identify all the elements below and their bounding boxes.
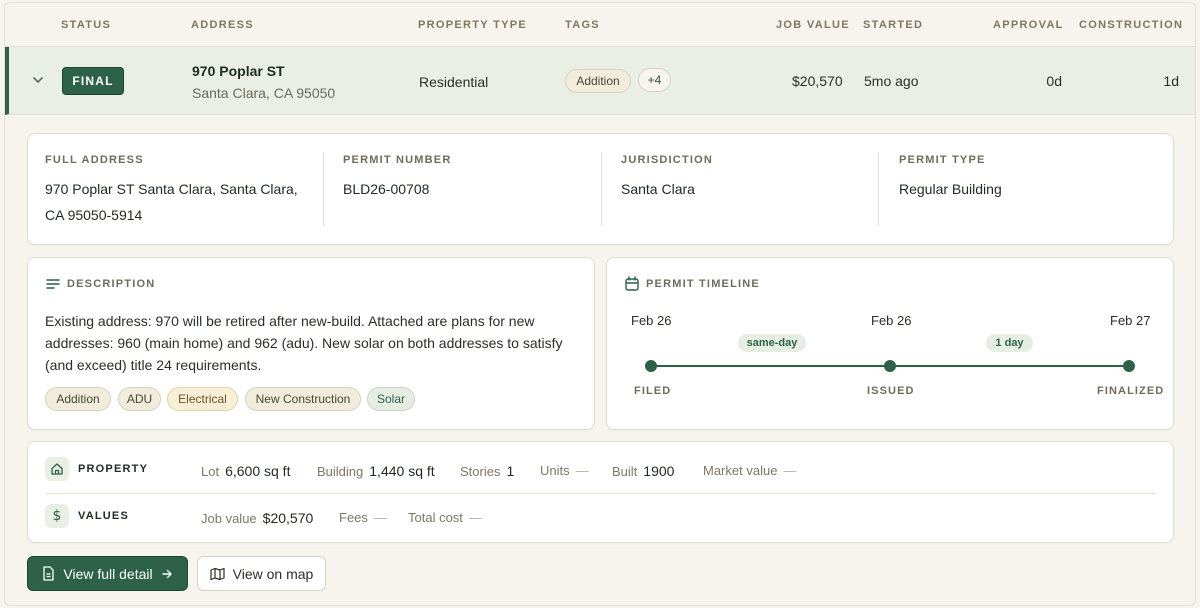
text-lines-icon <box>46 279 60 289</box>
stage-filed: FILED <box>634 385 672 397</box>
timeline-dot-filed <box>645 360 657 372</box>
timeline-title: PERMIT TIMELINE <box>646 278 760 290</box>
header-started[interactable]: STARTED <box>863 19 923 31</box>
permit-number-label: PERMIT NUMBER <box>343 154 452 166</box>
total-cost-field: Total cost — <box>408 510 482 525</box>
header-address[interactable]: ADDRESS <box>191 19 254 31</box>
full-address-line1: 970 Poplar ST Santa Clara, Santa Clara, <box>45 181 298 197</box>
view-on-map-label: View on map <box>232 565 314 582</box>
lot-field: Lot 6,600 sq ft <box>201 463 291 479</box>
fees-field: Fees — <box>339 510 387 525</box>
status-badge: FINAL <box>62 67 124 95</box>
jurisdiction: Santa Clara <box>621 181 695 197</box>
full-address-line2: CA 95050-5914 <box>45 207 143 223</box>
construction-days: 1d <box>1163 73 1179 89</box>
timeline-date-filed: Feb 26 <box>631 313 672 328</box>
timeline-dot-issued <box>884 360 896 372</box>
built-field: Built 1900 <box>612 463 675 479</box>
gap-chip-same-day: same-day <box>738 334 806 352</box>
permit-number: BLD26-00708 <box>343 181 430 197</box>
dollar-icon: $ <box>45 504 69 528</box>
header-tags[interactable]: TAGS <box>565 19 600 31</box>
home-icon <box>45 457 69 481</box>
permit-type-label: PERMIT TYPE <box>899 154 986 166</box>
started: 5mo ago <box>864 73 919 89</box>
job-value: $20,570 <box>792 73 843 89</box>
header-approval[interactable]: APPROVAL <box>993 19 1064 31</box>
address-line1: 970 Poplar ST <box>192 63 285 79</box>
property-title: PROPERTY <box>78 463 149 475</box>
view-full-detail-button[interactable]: View full detail <box>27 556 188 591</box>
permit-timeline-card: PERMIT TIMELINE Feb 26 Feb 26 Feb 27 sam… <box>606 257 1174 430</box>
job-value-field: Job value $20,570 <box>201 510 314 526</box>
address-line2: Santa Clara, CA 95050 <box>192 85 336 101</box>
divider <box>46 493 1156 494</box>
units-field: Units — <box>540 463 589 478</box>
property-values-card: PROPERTY Lot 6,600 sq ft Building 1,440 sq… <box>27 441 1174 543</box>
jurisdiction-label: JURISDICTION <box>621 154 714 166</box>
market-value-field: Market value — <box>703 463 797 478</box>
stage-issued: ISSUED <box>867 385 915 397</box>
view-on-map-button[interactable]: View on map <box>197 556 326 591</box>
stories-field: Stories 1 <box>460 463 515 479</box>
full-address-label: FULL ADDRESS <box>45 154 144 166</box>
header-property-type[interactable]: PROPERTY TYPE <box>418 19 527 31</box>
divider <box>878 152 879 226</box>
calendar-icon <box>625 276 639 291</box>
arrow-right-icon <box>161 569 172 578</box>
description-text: Existing address: 970 will be retired af… <box>45 313 563 373</box>
gap-chip-one-day: 1 day <box>986 334 1033 352</box>
table-row[interactable]: FINAL 970 Poplar ST Santa Clara, CA 9505… <box>5 47 1195 115</box>
tag-new-construction: New Construction <box>245 387 361 411</box>
building-field: Building 1,440 sq ft <box>317 463 435 479</box>
more-tags-badge[interactable]: +4 <box>638 68 671 92</box>
tag-badge: Addition <box>565 69 631 93</box>
chevron-down-icon[interactable] <box>31 73 45 87</box>
header-status[interactable]: STATUS <box>61 19 111 31</box>
description-card: DESCRIPTION Existing address: 970 will b… <box>27 257 595 430</box>
timeline-date-issued: Feb 26 <box>871 313 912 328</box>
tag-adu: ADU <box>118 387 161 411</box>
tag-solar: Solar <box>367 387 415 411</box>
divider <box>601 152 602 226</box>
timeline-date-finalized: Feb 27 <box>1110 313 1151 328</box>
document-icon <box>43 566 55 581</box>
tag-electrical: Electrical <box>167 387 238 411</box>
stage-finalized: FINALIZED <box>1097 385 1165 397</box>
approval-days: 0d <box>1046 73 1062 89</box>
permit-type: Regular Building <box>899 181 1002 197</box>
view-full-detail-label: View full detail <box>63 565 153 582</box>
header-job-value[interactable]: JOB VALUE <box>776 19 850 31</box>
description-title: DESCRIPTION <box>67 278 156 290</box>
details-card: FULL ADDRESS 970 Poplar ST Santa Clara, … <box>27 133 1174 245</box>
values-title: VALUES <box>78 510 130 522</box>
timeline-dot-finalized <box>1123 360 1135 372</box>
property-type: Residential <box>419 74 489 90</box>
header-construction[interactable]: CONSTRUCTION <box>1079 19 1183 31</box>
map-icon <box>210 567 225 580</box>
tag-addition: Addition <box>45 387 111 411</box>
divider <box>323 152 324 226</box>
table-header: STATUS ADDRESS PROPERTY TYPE TAGS JOB VA… <box>5 3 1195 47</box>
